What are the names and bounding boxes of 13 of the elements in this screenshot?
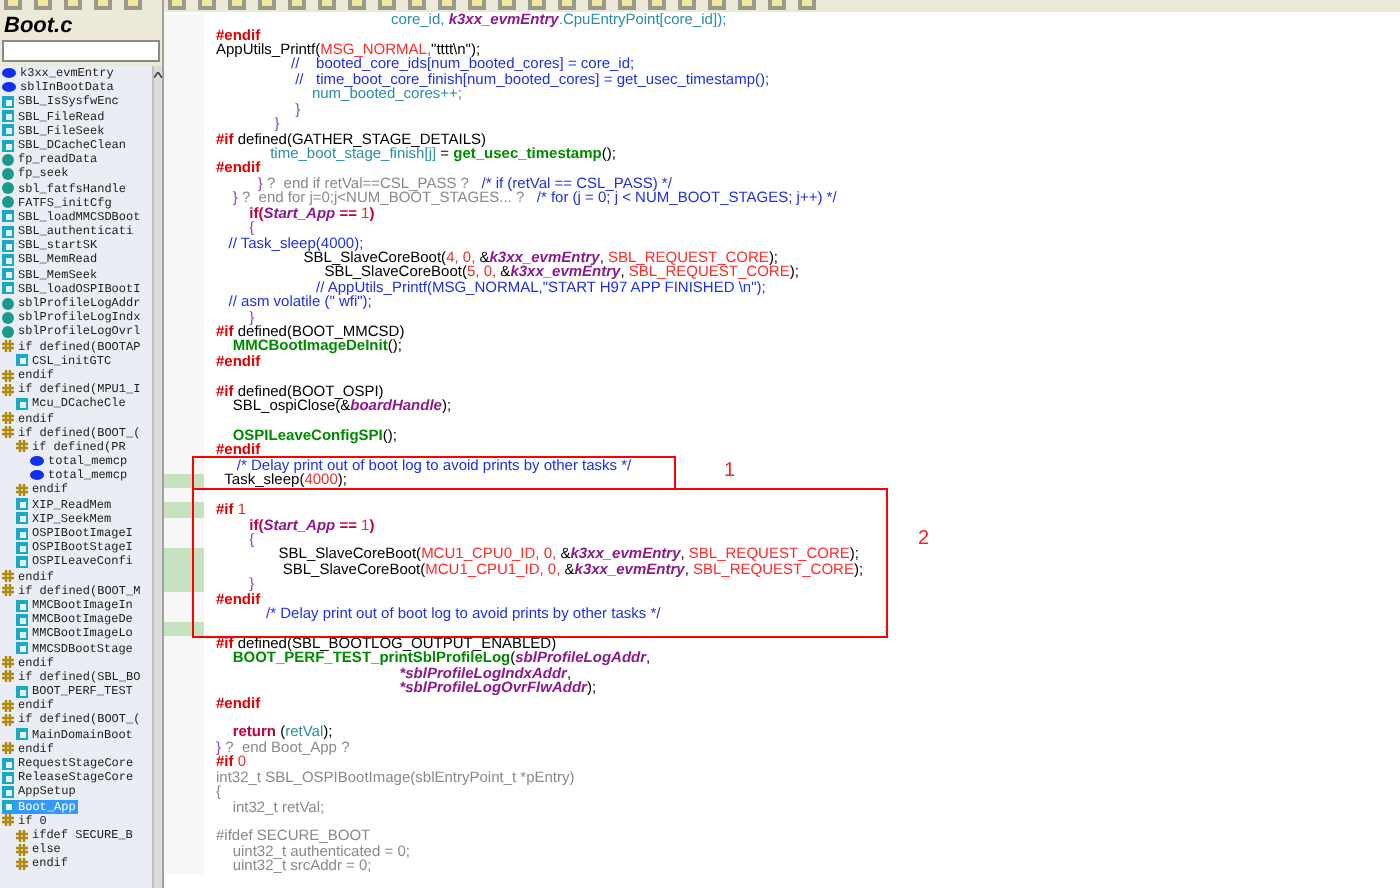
function-icon	[16, 728, 28, 741]
annotation-label: 1	[724, 458, 736, 486]
annotation-label: 2	[918, 526, 930, 554]
scrollbar[interactable]	[152, 66, 162, 888]
hash-icon	[2, 742, 14, 755]
hash-icon	[16, 484, 28, 497]
hash-icon	[2, 340, 14, 353]
function-icon	[16, 397, 28, 410]
function-icon	[16, 354, 28, 367]
function-icon	[16, 685, 28, 698]
panel-title: Boot.c	[2, 12, 75, 40]
search-field[interactable]	[2, 40, 160, 62]
scroll-up-icon[interactable]	[154, 72, 162, 78]
